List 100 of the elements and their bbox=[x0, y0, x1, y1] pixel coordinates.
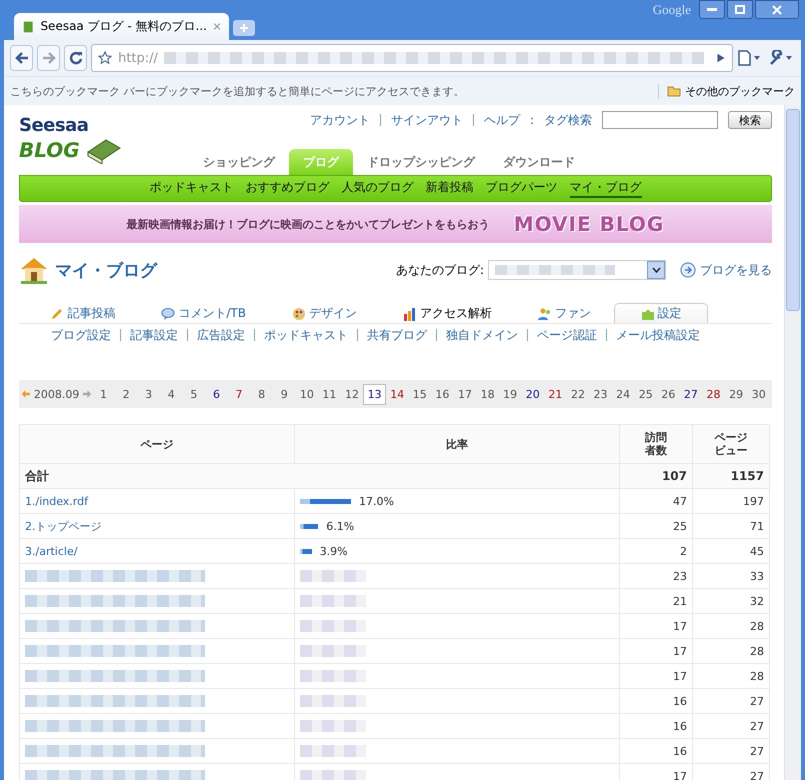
table-cell: 17 bbox=[620, 638, 692, 664]
calendar-day[interactable]: 1 bbox=[92, 384, 115, 404]
section-tab[interactable]: ファン bbox=[515, 303, 614, 323]
calendar-day[interactable]: 26 bbox=[657, 384, 680, 404]
close-icon bbox=[772, 4, 782, 14]
settings-link[interactable]: 広告設定 bbox=[197, 326, 245, 344]
palette-icon bbox=[292, 306, 306, 320]
table-cell: 17 bbox=[620, 764, 692, 780]
page-title: マイ・ブログ bbox=[55, 260, 157, 282]
table-cell: 27 bbox=[692, 688, 770, 714]
search-button[interactable]: 検索 bbox=[728, 111, 772, 129]
logo-text[interactable]: Seesaa bbox=[19, 115, 179, 136]
calendar-day[interactable]: 28 bbox=[702, 384, 725, 404]
reload-button[interactable] bbox=[64, 45, 88, 71]
calendar-day[interactable]: 5 bbox=[182, 384, 206, 404]
main-tab[interactable]: ダウンロード bbox=[489, 149, 589, 175]
section-tab[interactable]: コメント/TB bbox=[138, 303, 269, 323]
settings-link[interactable]: ブログ設定 bbox=[51, 326, 111, 344]
calendar-day[interactable]: 25 bbox=[634, 384, 658, 404]
forward-arrow-icon bbox=[42, 52, 56, 64]
house-icon bbox=[19, 256, 49, 284]
calendar-day[interactable]: 13 bbox=[363, 384, 386, 404]
calendar-day[interactable]: 10 bbox=[296, 384, 318, 404]
blurred-bar bbox=[300, 720, 366, 732]
calendar-day[interactable]: 17 bbox=[454, 384, 476, 404]
header-link[interactable]: サインアウト bbox=[390, 112, 463, 128]
sub-nav-link[interactable]: 人気のブログ bbox=[342, 179, 414, 198]
header-link[interactable]: ヘルプ bbox=[484, 112, 520, 128]
calendar-day[interactable]: 16 bbox=[431, 384, 454, 404]
section-tab[interactable]: アクセス解析 bbox=[380, 303, 515, 323]
calendar-day[interactable]: 6 bbox=[205, 384, 228, 404]
section-tab[interactable]: デザイン bbox=[269, 303, 380, 323]
back-button[interactable] bbox=[10, 45, 34, 71]
header-link[interactable]: アカウント bbox=[310, 112, 370, 128]
calendar-day[interactable]: 22 bbox=[566, 384, 590, 404]
movie-banner[interactable]: 最新映画情報お届け！ブログに映画のことをかいてプレゼントをもらおう MOVIE BLOG bbox=[19, 205, 772, 243]
bar-chart-icon bbox=[403, 306, 417, 320]
calendar-day[interactable]: 11 bbox=[318, 384, 341, 404]
logo-text[interactable]: BLOG bbox=[19, 138, 80, 162]
calendar-day[interactable]: 8 bbox=[250, 384, 273, 404]
tab-title: Seesaa ブログ - 無料のブロ... bbox=[40, 18, 207, 35]
play-icon bbox=[716, 52, 726, 64]
search-field[interactable] bbox=[602, 111, 718, 129]
sub-nav-link[interactable]: ポッドキャスト bbox=[150, 179, 234, 198]
calendar-day[interactable]: 21 bbox=[544, 384, 567, 404]
settings-link[interactable]: 独自ドメイン bbox=[446, 326, 518, 344]
settings-link[interactable]: 記事設定 bbox=[130, 326, 178, 344]
left-arrow-icon bbox=[21, 389, 30, 399]
maximize-button[interactable] bbox=[727, 0, 753, 19]
calendar-day[interactable]: 30 bbox=[747, 384, 770, 404]
calendar-day[interactable]: 14 bbox=[386, 384, 408, 404]
sub-nav-link[interactable]: 新着投稿 bbox=[426, 179, 474, 198]
calendar-day[interactable]: 20 bbox=[521, 384, 544, 404]
column-header: ページ bbox=[714, 431, 748, 444]
browser-tab[interactable]: Seesaa ブログ - 無料のブロ... bbox=[14, 13, 229, 40]
minimize-button[interactable] bbox=[699, 0, 725, 19]
calendar-day[interactable]: 3 bbox=[137, 384, 160, 404]
calendar-day[interactable]: 9 bbox=[272, 384, 296, 404]
calendar-day[interactable]: 29 bbox=[724, 384, 748, 404]
sub-nav-link[interactable]: おすすめブログ bbox=[246, 179, 330, 198]
settings-link[interactable]: メール投稿設定 bbox=[616, 326, 700, 344]
settings-link[interactable]: ページ認証 bbox=[537, 326, 597, 344]
table-cell: 27 bbox=[692, 764, 770, 780]
blog-select[interactable] bbox=[488, 260, 666, 280]
settings-link[interactable]: 共有ブログ bbox=[367, 326, 427, 344]
table-cell: 71 bbox=[692, 514, 770, 538]
column-header: ページ bbox=[140, 438, 174, 450]
scrollbar[interactable] bbox=[784, 105, 801, 780]
main-tab[interactable]: ショッピング bbox=[189, 149, 289, 175]
section-tab[interactable]: 設定 bbox=[614, 303, 708, 323]
calendar-day[interactable]: 27 bbox=[680, 384, 702, 404]
sub-nav-link[interactable]: マイ・ブログ bbox=[570, 179, 642, 198]
calendar-day[interactable]: 18 bbox=[476, 384, 499, 404]
page-link[interactable]: 1./index.rdf bbox=[25, 494, 88, 508]
calendar-day[interactable]: 4 bbox=[160, 384, 183, 404]
page-link[interactable]: 3./article/ bbox=[25, 544, 78, 558]
table-cell: 107 bbox=[620, 464, 692, 488]
arrow-circle-icon bbox=[680, 262, 696, 278]
other-bookmarks-button[interactable]: その他のブックマーク bbox=[658, 84, 795, 98]
calendar-day[interactable]: 23 bbox=[589, 384, 612, 404]
main-tab[interactable]: ドロップシッピング bbox=[353, 149, 489, 175]
calendar-day[interactable]: 12 bbox=[340, 384, 364, 404]
calendar-day[interactable]: 19 bbox=[498, 384, 522, 404]
page-link[interactable]: 2.トップページ bbox=[25, 520, 102, 532]
banner-logo: MOVIE BLOG bbox=[514, 212, 664, 236]
close-button[interactable] bbox=[755, 0, 799, 19]
calendar-day[interactable]: 15 bbox=[408, 384, 432, 404]
star-icon bbox=[98, 51, 112, 65]
view-blog-link[interactable]: ブログを見る bbox=[680, 262, 772, 278]
calendar-day[interactable]: 7 bbox=[228, 384, 250, 404]
calendar-day[interactable]: 2 bbox=[114, 384, 138, 404]
calendar-day[interactable]: 24 bbox=[612, 384, 634, 404]
table-cell: 25 bbox=[620, 514, 692, 538]
new-tab-button[interactable] bbox=[233, 20, 255, 36]
sub-nav-link[interactable]: ブログパーツ bbox=[486, 179, 558, 198]
blurred-bar bbox=[300, 595, 366, 607]
table-cell: 197 bbox=[692, 488, 770, 514]
section-tab[interactable]: 記事投稿 bbox=[27, 303, 138, 323]
tag-search-label[interactable]: タグ検索 bbox=[544, 112, 592, 128]
settings-link[interactable]: ポッドキャスト bbox=[264, 326, 348, 344]
